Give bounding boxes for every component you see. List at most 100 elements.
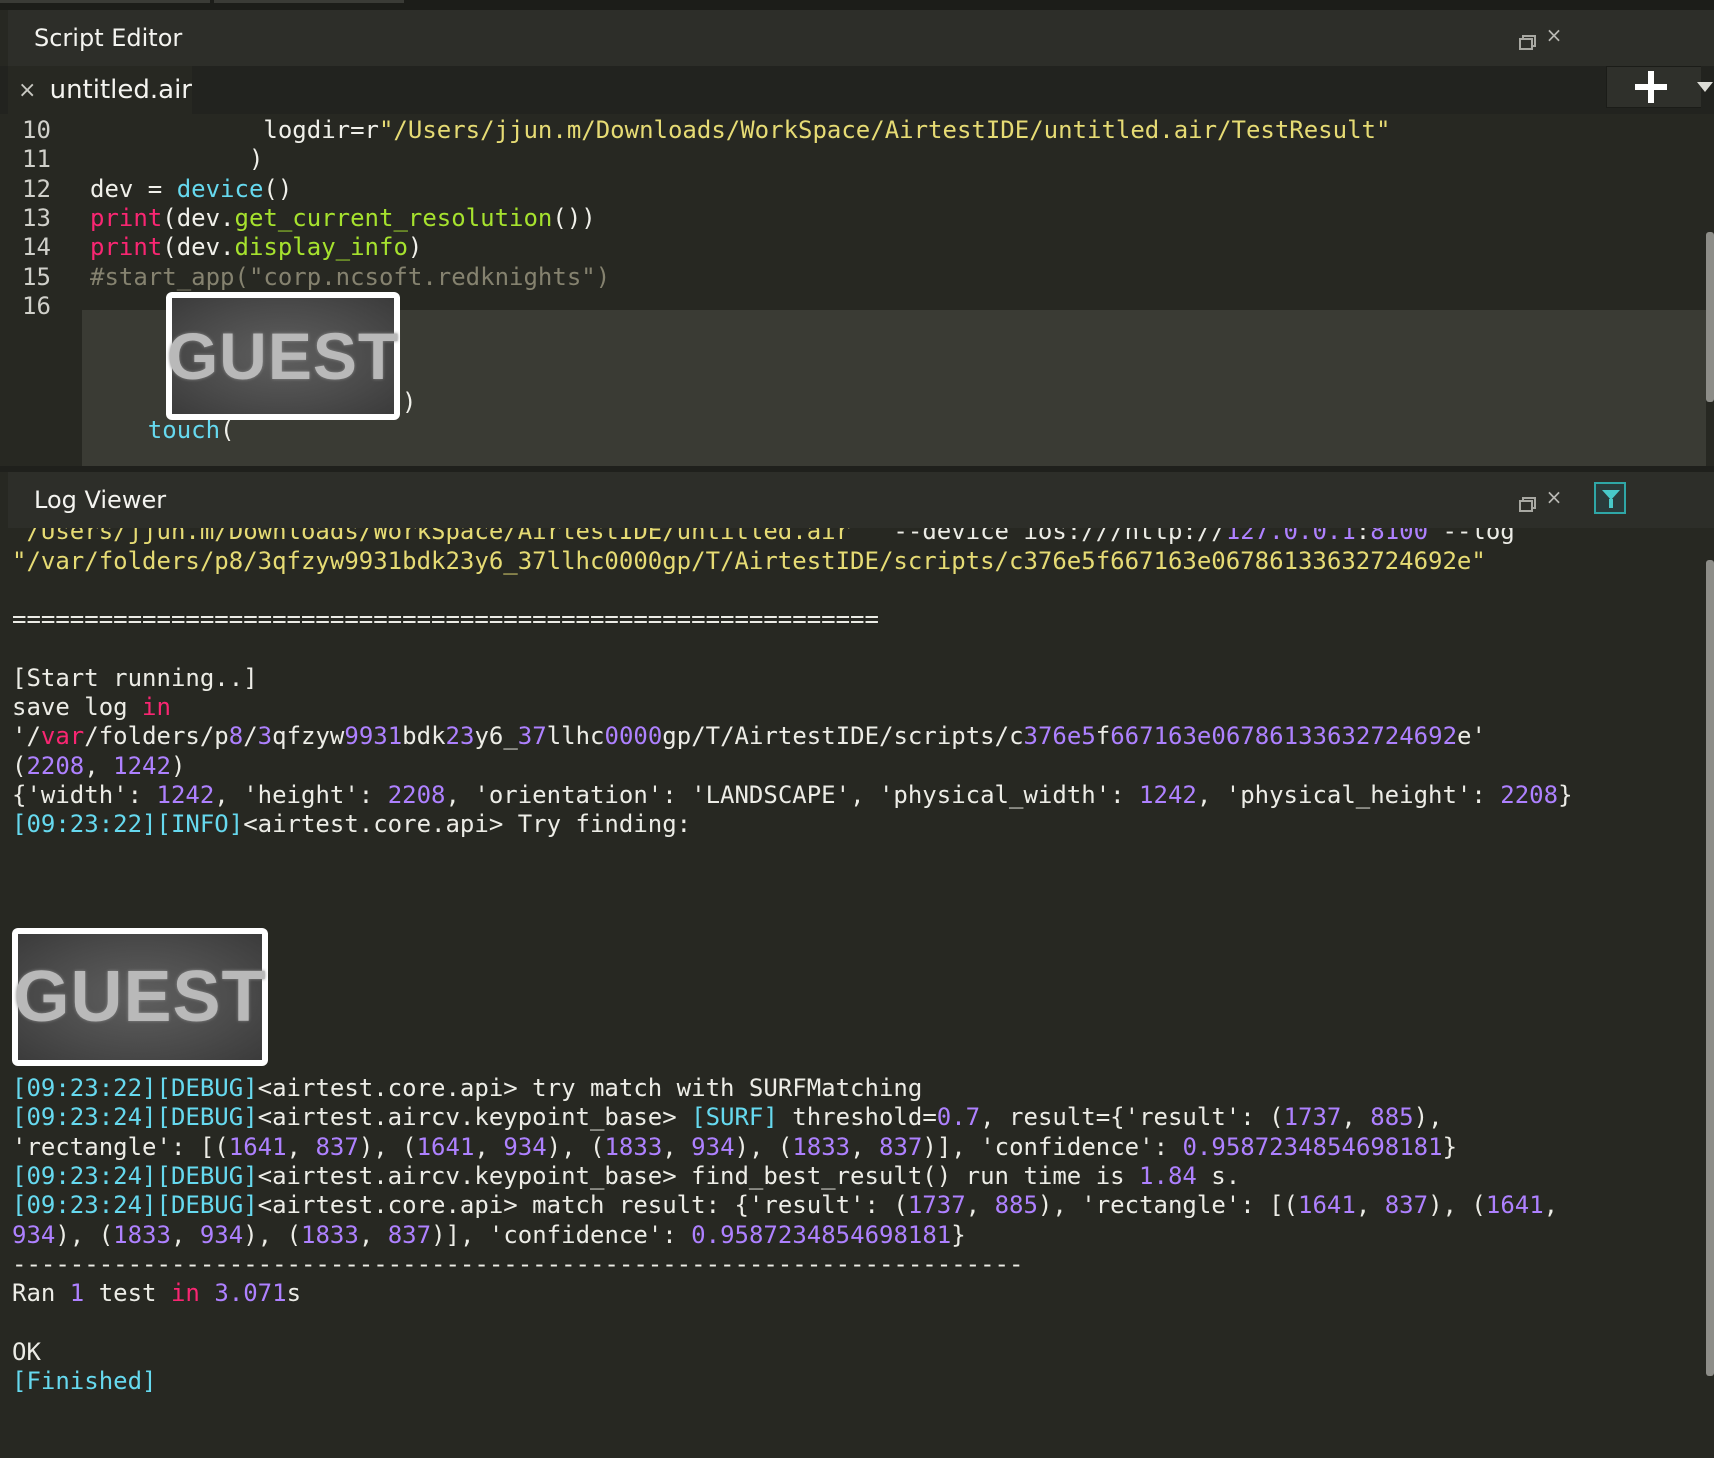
log-line: [09:23:24][DEBUG]<airtest.aircv.keypoint… <box>12 1103 1443 1131</box>
close-tab-icon[interactable]: × <box>18 78 40 103</box>
chevron-down-icon[interactable] <box>1697 82 1713 92</box>
code-token: [09:23:24][DEBUG] <box>12 1103 258 1132</box>
code-token: [09:23:22][INFO] <box>12 810 244 839</box>
log-line: '/var/folders/p8/3qfzyw9931bdk23y6_37llh… <box>12 722 1486 750</box>
code-token: , <box>286 1132 316 1161</box>
code-token: '/ <box>12 722 41 751</box>
code-token: device <box>176 174 264 203</box>
code-token: } <box>1442 1132 1458 1161</box>
filter-button[interactable] <box>1594 482 1626 514</box>
guest-template-image[interactable]: GUEST <box>166 292 400 420</box>
code-token: 934 <box>12 1220 56 1249</box>
code-token: llhc <box>546 722 605 751</box>
code-token: <airtest.core.api> try match with SURFMa… <box>257 1074 923 1102</box>
code-token: 837 <box>315 1132 359 1161</box>
code-token: , <box>474 1132 504 1161</box>
code-token: 0.9587234854698181 <box>1182 1132 1443 1161</box>
line-number: 12 <box>22 174 51 203</box>
code-token: 1242 <box>113 751 171 780</box>
code-token: ), ( <box>243 1220 302 1249</box>
top-tab-segment <box>0 0 210 3</box>
code-token: print <box>90 233 163 262</box>
code-token: ( <box>12 751 27 780</box>
code-token: 8 <box>228 722 244 751</box>
code-token: 8100 <box>1370 528 1429 546</box>
code-token: in <box>170 1279 200 1308</box>
close-icon: × <box>1545 23 1563 47</box>
log-guest-image: GUEST <box>12 928 268 1066</box>
code-token: 3.071 <box>214 1279 287 1308</box>
code-token: 1737 <box>907 1191 966 1220</box>
log-viewer-header: Log Viewer × <box>8 472 1714 528</box>
log-scrollbar[interactable] <box>1706 560 1714 1376</box>
log-line: "/var/folders/p8/3qfzyw9931bdk23y6_37llh… <box>12 547 1486 575</box>
code-token: 1 <box>69 1279 85 1308</box>
code-token: 23 <box>445 722 475 751</box>
code-token: } <box>951 1220 966 1249</box>
line-number: 13 <box>22 203 51 232</box>
code-token: 37 <box>517 722 547 751</box>
code-token: [09:23:22][DEBUG] <box>12 1074 258 1102</box>
code-token: , <box>1355 1191 1385 1220</box>
code-token: 'rectangle': [( <box>12 1132 229 1161</box>
code-line: logdir=r"/Users/jjun.m/Downloads/WorkSpa… <box>90 116 1390 144</box>
code-token: () <box>263 174 293 203</box>
code-token: "/var/folders/p8/3qfzyw9931bdk23y6_37llh… <box>12 546 1486 575</box>
code-token: (dev. <box>162 203 235 232</box>
code-token: 837 <box>387 1220 432 1249</box>
log-close-button[interactable]: × <box>1544 487 1564 507</box>
script-editor-title: Script Editor <box>34 24 183 52</box>
code-token: , <box>850 1132 880 1161</box>
code-token: s <box>286 1279 302 1308</box>
code-token: [Finished] <box>12 1367 157 1395</box>
code-token: <airtest.aircv.keypoint_base> find_best_… <box>257 1161 1140 1190</box>
close-panel-button[interactable]: × <box>1544 25 1564 45</box>
code-token: 1641 <box>1485 1191 1544 1220</box>
line-number: 15 <box>22 262 51 291</box>
top-tab-segment <box>214 0 404 3</box>
code-token: , 'orientation': 'LANDSCAPE', 'physical_… <box>445 781 1140 809</box>
log-line: 934), (1833, 934), (1833, 837)], 'confid… <box>12 1221 966 1249</box>
log-viewer-title: Log Viewer <box>34 486 167 514</box>
line-number: 11 <box>22 145 51 174</box>
top-strip <box>0 0 1714 10</box>
code-line: ) <box>90 145 263 173</box>
log-line: [09:23:22][DEBUG]<airtest.core.api> try … <box>12 1074 922 1102</box>
log-line: ========================================… <box>12 605 879 633</box>
add-tab-button[interactable] <box>1606 66 1701 108</box>
code-token: )], 'confidence': <box>922 1132 1183 1161</box>
tab-untitled-air[interactable]: × untitled.air <box>8 66 192 114</box>
code-token: ----------------------------------------… <box>12 1249 1024 1278</box>
code-token: ()) <box>552 203 596 232</box>
code-token: 0.7 <box>936 1103 981 1132</box>
code-token: [09:23:24][DEBUG] <box>12 1191 258 1220</box>
code-token: #start_app("corp.ncsoft.redknights") <box>90 262 611 291</box>
code-token: logdir=r <box>90 116 379 144</box>
code-token: ), ( <box>358 1132 417 1161</box>
log-line: [09:23:24][DEBUG]<airtest.aircv.keypoint… <box>12 1162 1240 1190</box>
log-restore-button[interactable] <box>1516 492 1536 512</box>
log-output[interactable]: "/Applications/AirtestIDE.app/Contents/M… <box>0 528 1706 1458</box>
code-token: , <box>965 1191 995 1220</box>
code-token: 376e5 <box>1023 722 1096 751</box>
log-guest-image-inner: GUEST <box>13 934 266 1060</box>
log-line: [09:23:24][DEBUG]<airtest.core.api> matc… <box>12 1191 1558 1219</box>
script-editor-tabbar: × untitled.air <box>0 66 1714 114</box>
filter-icon-stem <box>1609 499 1613 508</box>
code-token: 1641 <box>416 1132 475 1161</box>
log-line: [Finished] <box>12 1367 157 1395</box>
code-token: <airtest.core.api> Try finding: <box>243 810 692 839</box>
code-token: 0000 <box>604 722 663 751</box>
log-line: "/Users/jjun.m/Downloads/WorkSpace/Airte… <box>12 528 1515 545</box>
code-editor[interactable]: 10 logdir=r"/Users/jjun.m/Downloads/Work… <box>8 114 1706 466</box>
log-line: ----------------------------------------… <box>12 1250 1023 1278</box>
code-token: 934 <box>691 1132 735 1161</box>
code-token: 2208 <box>387 781 446 809</box>
code-token: ) <box>170 751 186 780</box>
restore-button[interactable] <box>1516 30 1536 50</box>
code-token: 837 <box>879 1132 923 1161</box>
log-guest-image-label: GUEST <box>13 957 267 1037</box>
code-token: save log <box>12 693 143 722</box>
code-token: [09:23:24][DEBUG] <box>12 1161 258 1190</box>
editor-scrollbar[interactable] <box>1706 232 1714 402</box>
